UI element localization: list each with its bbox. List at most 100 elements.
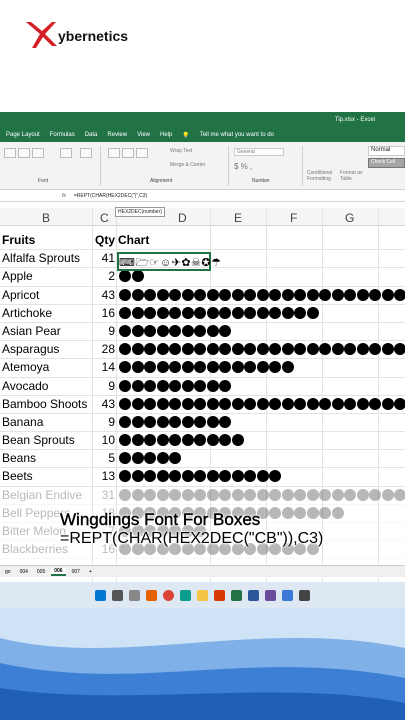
sheet-tab-active[interactable]: 006 [51,567,66,576]
font-color-icon[interactable] [80,148,92,158]
word-icon[interactable] [248,589,259,601]
chart-cell[interactable] [119,361,294,375]
header-chart[interactable]: Chart [118,233,149,247]
qty-cell[interactable]: 9 [108,415,115,429]
chart-cell[interactable] [119,415,232,430]
qty-cell[interactable]: 43 [102,397,115,411]
qty-cell[interactable]: 43 [102,288,115,302]
fruit-cell[interactable]: Bean Sprouts [2,433,75,447]
qty-cell[interactable]: 16 [102,306,115,320]
italic-icon[interactable] [18,148,30,158]
qty-cell[interactable]: 31 [102,488,115,502]
fruit-cell[interactable]: Bamboo Shoots [2,397,87,411]
chart-cell[interactable] [119,397,405,412]
fruit-cell[interactable]: Beans [2,451,36,465]
qty-cell[interactable]: 9 [108,379,115,393]
fx-icon[interactable]: fx [62,193,66,199]
fruit-cell[interactable]: Beets [2,469,33,483]
menu-formulas[interactable]: Formulas [50,132,75,138]
menu-view[interactable]: View [137,132,150,138]
conditional-formatting-button[interactable]: Conditional Formatting [307,170,337,182]
formula-input[interactable]: =REPT(CHAR(HEX2DEC("|",C3) [74,193,147,199]
fruit-cell[interactable]: Asian Pear [2,324,61,338]
chart-cell[interactable] [119,488,405,503]
excel-icon[interactable] [231,589,242,601]
qty-cell[interactable]: 9 [108,324,115,338]
sheet-tab[interactable]: 004 [17,569,31,575]
fruit-cell[interactable]: Asparagus [2,342,59,356]
qty-cell[interactable]: 28 [102,342,115,356]
firefox-icon[interactable] [146,589,157,601]
add-sheet-button[interactable]: + [86,569,95,575]
fruit-cell[interactable]: Avocado [2,379,48,393]
chart-cell[interactable] [119,452,182,466]
header-qty[interactable]: Qty [95,233,115,247]
style-check-cell[interactable]: Check Cell [368,158,405,168]
chart-cell[interactable] [119,324,232,339]
chrome-icon[interactable] [163,589,174,601]
menu-page-layout[interactable]: Page Layout [6,132,40,138]
powerpoint-icon[interactable] [214,589,225,601]
file-explorer-icon[interactable] [197,589,208,601]
fruit-cell[interactable]: Banana [2,415,43,429]
qty-cell[interactable]: 14 [102,360,115,374]
merge-center-button[interactable]: Merge & Center [170,162,205,168]
column-b-header[interactable]: B [42,211,50,225]
qty-cell[interactable]: 13 [102,469,115,483]
align-center-icon[interactable] [122,148,134,158]
qty-cell[interactable]: 10 [102,433,115,447]
chart-cell[interactable] [119,343,405,357]
chart-cell[interactable] [119,288,405,303]
align-left-icon[interactable] [108,148,120,158]
column-f-header[interactable]: F [290,211,297,225]
chart-cell[interactable] [119,379,232,394]
fruit-cell[interactable]: Belgian Endive [2,488,82,502]
task-view-icon[interactable] [129,589,140,601]
style-normal[interactable]: Normal [368,146,405,156]
column-d-header[interactable]: D [178,211,187,225]
underline-icon[interactable] [32,148,44,158]
fruit-cell[interactable]: Bitter Melon [2,524,66,538]
menu-help[interactable]: Help [160,132,172,138]
fruit-cell[interactable]: Apple [2,269,33,283]
wingdings-circle [306,397,319,410]
fruit-cell[interactable]: Atemoya [2,360,49,374]
sheet-tab[interactable]: go [2,569,14,575]
column-c-header[interactable]: C [100,211,109,225]
fruit-cell[interactable]: Apricot [2,288,39,302]
wingdings-circle [206,343,219,356]
column-e-header[interactable]: E [234,211,242,225]
search-icon[interactable] [112,589,123,601]
wingdings-circle [256,397,269,410]
sheet-tab[interactable]: 007 [69,569,83,575]
app-icon[interactable] [265,589,276,601]
fruit-cell[interactable]: Artichoke [2,306,52,320]
vscode-icon[interactable] [282,589,293,601]
menu-data[interactable]: Data [85,132,98,138]
number-format-select[interactable]: General [234,148,284,156]
qty-cell[interactable]: 41 [102,251,115,265]
qty-cell[interactable]: 5 [108,451,115,465]
chart-cell[interactable] [119,470,282,484]
wingdings-circle [131,343,144,356]
column-g-header[interactable]: G [345,211,354,225]
chart-cell[interactable] [119,306,319,321]
tell-me-search[interactable]: Tell me what you want to do [200,132,274,138]
menu-review[interactable]: Review [107,132,127,138]
chart-cell[interactable] [119,434,244,448]
fruit-cell[interactable]: Blackberries [2,542,68,556]
header-fruits[interactable]: Fruits [2,233,35,247]
wingdings-circle [344,397,356,410]
app-icon[interactable] [299,589,310,601]
fruit-cell[interactable]: Alfalfa Sprouts [2,251,80,265]
format-as-table-button[interactable]: Format as Table [340,170,366,182]
bold-icon[interactable] [4,148,16,158]
start-icon[interactable] [95,589,106,601]
edge-icon[interactable] [180,589,191,601]
qty-cell[interactable]: 2 [108,269,115,283]
fill-color-icon[interactable] [60,148,72,158]
align-right-icon[interactable] [136,148,148,158]
currency-percent-icons[interactable]: $ % , [234,162,252,171]
sheet-tab[interactable]: 005 [34,569,48,575]
wrap-text-button[interactable]: Wrap Text [170,148,192,154]
